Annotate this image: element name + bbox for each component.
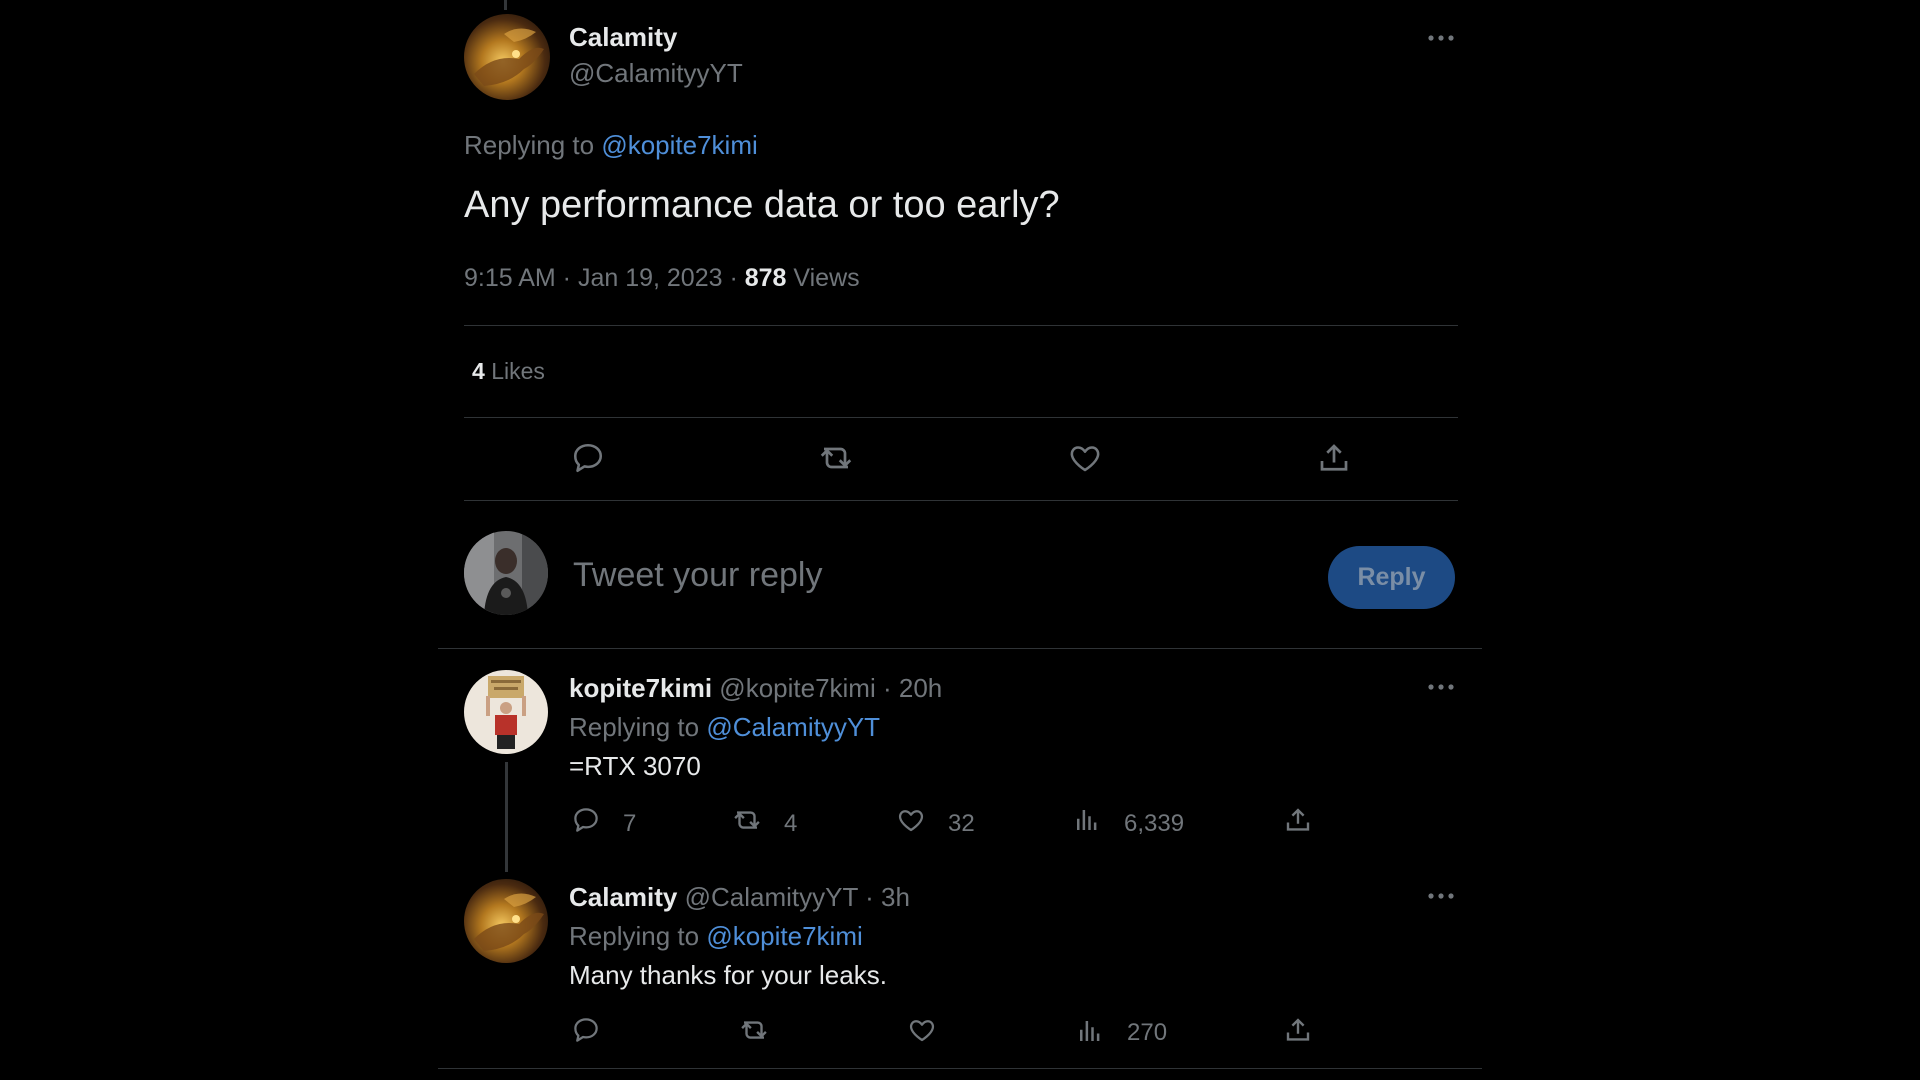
share-icon[interactable]: [1283, 805, 1313, 835]
views-icon[interactable]: [1072, 805, 1102, 835]
divider: [438, 648, 1482, 649]
main-tweet-text: Any performance data or too early?: [464, 184, 1060, 226]
retweet-icon[interactable]: [816, 440, 856, 476]
share-icon[interactable]: [1283, 1015, 1313, 1045]
avatar-current-user[interactable]: [464, 531, 548, 615]
reply1-handle[interactable]: @kopite7kimi: [719, 673, 875, 703]
reply2-time[interactable]: · 3h: [865, 882, 910, 912]
main-replying-to: Replying to @kopite7kimi: [464, 130, 758, 161]
avatar-calamity[interactable]: [464, 879, 548, 963]
reply1-author-name[interactable]: kopite7kimi: [569, 673, 712, 703]
main-timestamp[interactable]: 9:15 AM · Jan 19, 2023 ·: [464, 264, 745, 292]
reply1-time[interactable]: · 20h: [883, 673, 942, 703]
reply-count: 7: [623, 810, 637, 837]
reply-icon[interactable]: [571, 805, 601, 835]
replying-prefix: Replying to: [569, 921, 700, 951]
likes-count: 4: [472, 358, 485, 384]
heart-icon[interactable]: [1067, 440, 1103, 476]
view-count: 6,339: [1124, 810, 1185, 837]
reply1-text: =RTX 3070: [569, 751, 701, 781]
views-label: Views: [793, 264, 860, 292]
divider: [464, 417, 1458, 418]
reply1-header: kopite7kimi @kopite7kimi · 20h: [569, 673, 942, 704]
main-author-name[interactable]: Calamity: [569, 22, 677, 53]
reply2-text: Many thanks for your leaks.: [569, 960, 887, 990]
heart-icon[interactable]: [896, 805, 926, 835]
more-icon[interactable]: [1426, 26, 1456, 50]
views-icon[interactable]: [1075, 1016, 1105, 1046]
reply-icon[interactable]: [571, 1015, 601, 1045]
replying-prefix: Replying to: [569, 712, 700, 742]
thread-connector: [505, 762, 508, 872]
replying-to-link[interactable]: @kopite7kimi: [601, 130, 757, 160]
like-count: 32: [948, 810, 975, 837]
likes-label: Likes: [491, 358, 545, 384]
more-icon[interactable]: [1426, 884, 1456, 908]
reply2-header: Calamity @CalamityyYT · 3h: [569, 882, 910, 913]
divider: [438, 1068, 1482, 1069]
share-icon[interactable]: [1316, 440, 1352, 476]
more-icon[interactable]: [1426, 675, 1456, 699]
thread-connector-top: [504, 0, 507, 10]
avatar-calamity[interactable]: [464, 14, 550, 100]
retweet-icon[interactable]: [737, 1015, 771, 1045]
replying-prefix: Replying to: [464, 130, 595, 160]
reply-button[interactable]: Reply: [1328, 546, 1455, 609]
likes-stat[interactable]: 4 Likes: [472, 358, 545, 385]
divider: [464, 325, 1458, 326]
retweet-icon[interactable]: [730, 805, 764, 835]
avatar-kopite7kimi[interactable]: [464, 670, 548, 754]
reply-input[interactable]: Tweet your reply: [573, 556, 1273, 595]
reply-icon[interactable]: [570, 440, 606, 476]
reply2-replying-to: Replying to @kopite7kimi: [569, 921, 863, 952]
replying-to-link[interactable]: @kopite7kimi: [706, 921, 862, 951]
main-author-handle[interactable]: @CalamityyYT: [569, 58, 743, 89]
retweet-count: 4: [784, 810, 798, 837]
replying-to-link[interactable]: @CalamityyYT: [706, 712, 880, 742]
view-count: 270: [1127, 1019, 1168, 1046]
views-count: 878: [744, 264, 787, 292]
reply1-replying-to: Replying to @CalamityyYT: [569, 712, 880, 743]
heart-icon[interactable]: [907, 1015, 937, 1045]
divider: [464, 500, 1458, 501]
reply2-handle[interactable]: @CalamityyYT: [685, 882, 858, 912]
reply2-author-name[interactable]: Calamity: [569, 882, 677, 912]
main-tweet-meta: 9:15 AM · Jan 19, 2023 · 878 Views: [464, 264, 860, 293]
